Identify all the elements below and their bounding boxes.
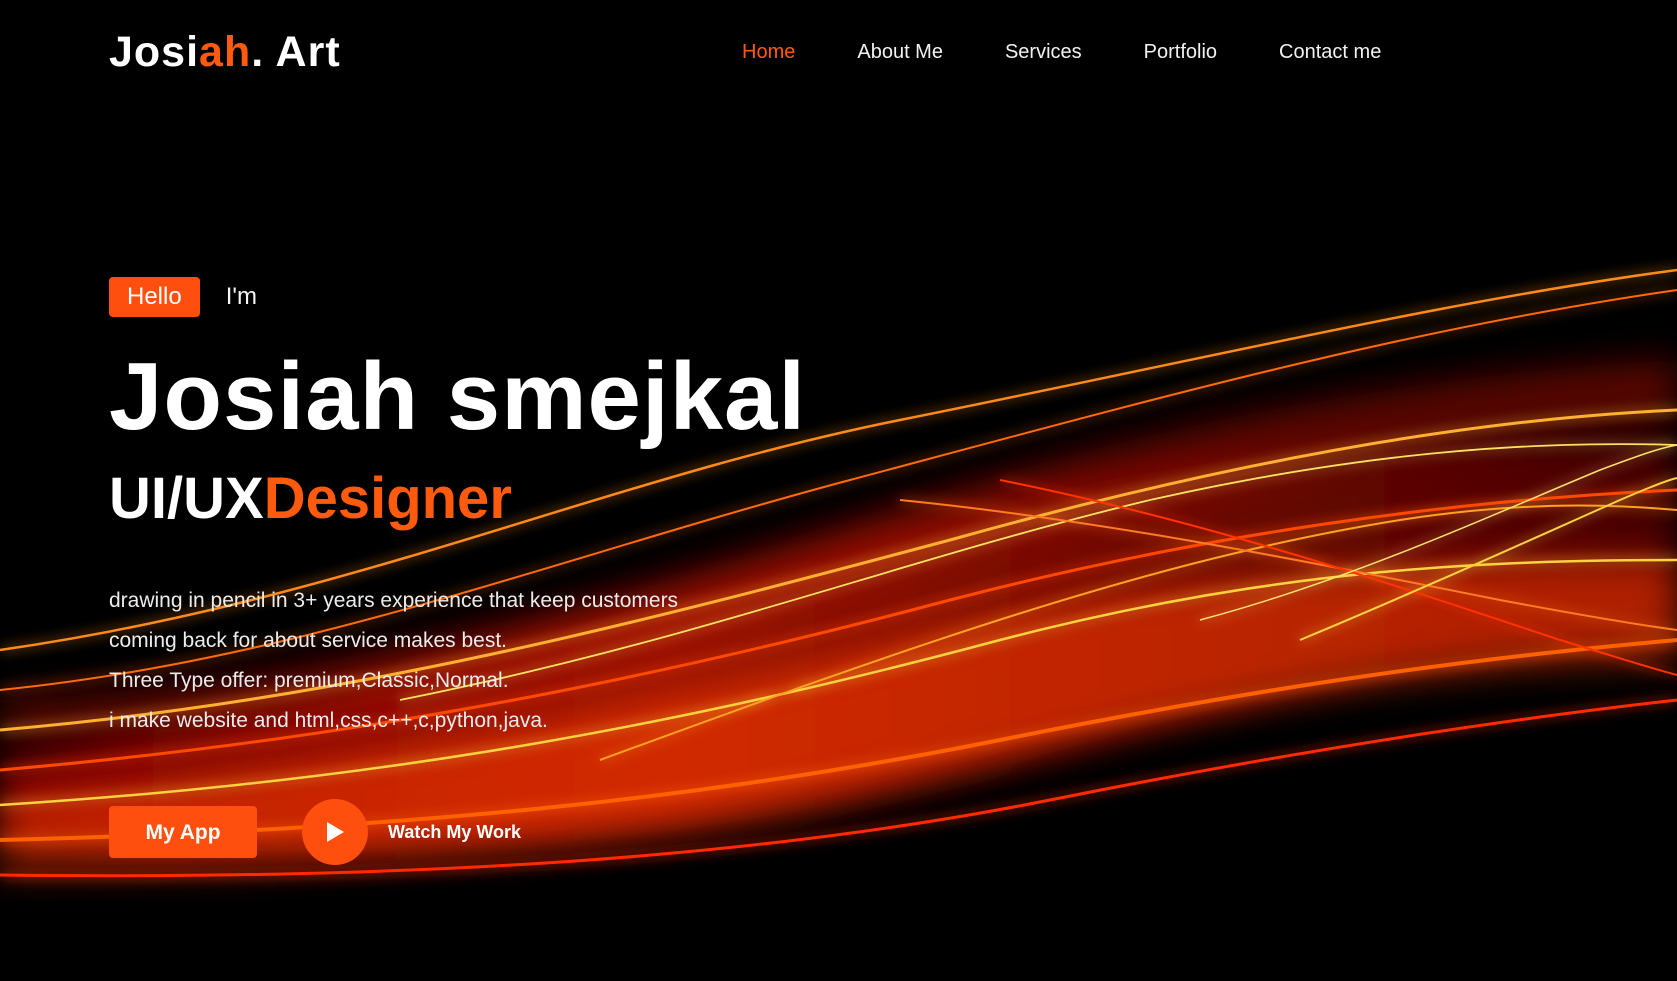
logo-text-accent: ah — [199, 28, 252, 76]
logo-text-end: . Art — [251, 28, 341, 76]
nav-item-home[interactable]: Home — [742, 39, 795, 65]
description-line: i make website and html,css,c++,c,python… — [109, 709, 548, 732]
description-line: Three Type offer: premium,Classic,Normal… — [109, 669, 509, 692]
play-icon — [327, 822, 344, 842]
nav-item-services[interactable]: Services — [1005, 39, 1082, 65]
description-line: coming back for about service makes best… — [109, 629, 508, 652]
greeting-row: Hello I'm — [109, 277, 1009, 317]
watch-my-work-link[interactable]: Watch My Work — [388, 822, 521, 843]
role-prefix: UI/UX — [109, 466, 264, 531]
hero-section: Hello I'm Josiah smejkal UI/UXDesigner d… — [109, 277, 1009, 865]
page: Josiah. Art Home About Me Services Portf… — [0, 0, 1677, 981]
role-accent: Designer — [263, 466, 512, 531]
hello-badge: Hello — [109, 277, 200, 317]
hero-description: drawing in pencil in 3+ years experience… — [109, 581, 1009, 741]
nav-item-about-me[interactable]: About Me — [857, 39, 943, 65]
hero-name: Josiah smejkal — [109, 343, 807, 450]
my-app-button[interactable]: My App — [109, 806, 257, 858]
nav-item-contact-me[interactable]: Contact me — [1279, 39, 1381, 65]
intro-text: I'm — [225, 283, 257, 310]
site-header: Josiah. Art Home About Me Services Portf… — [0, 0, 1677, 104]
description-line: drawing in pencil in 3+ years experience… — [109, 589, 679, 612]
hero-actions: My App Watch My Work — [109, 799, 1009, 865]
nav-item-portfolio[interactable]: Portfolio — [1144, 39, 1217, 65]
logo-text-start: Josi — [109, 28, 200, 76]
play-button[interactable] — [302, 799, 368, 865]
hero-role: UI/UXDesigner — [109, 467, 1009, 531]
main-nav: Home About Me Services Portfolio Contact… — [742, 39, 1443, 65]
site-logo[interactable]: Josiah. Art — [109, 26, 341, 78]
